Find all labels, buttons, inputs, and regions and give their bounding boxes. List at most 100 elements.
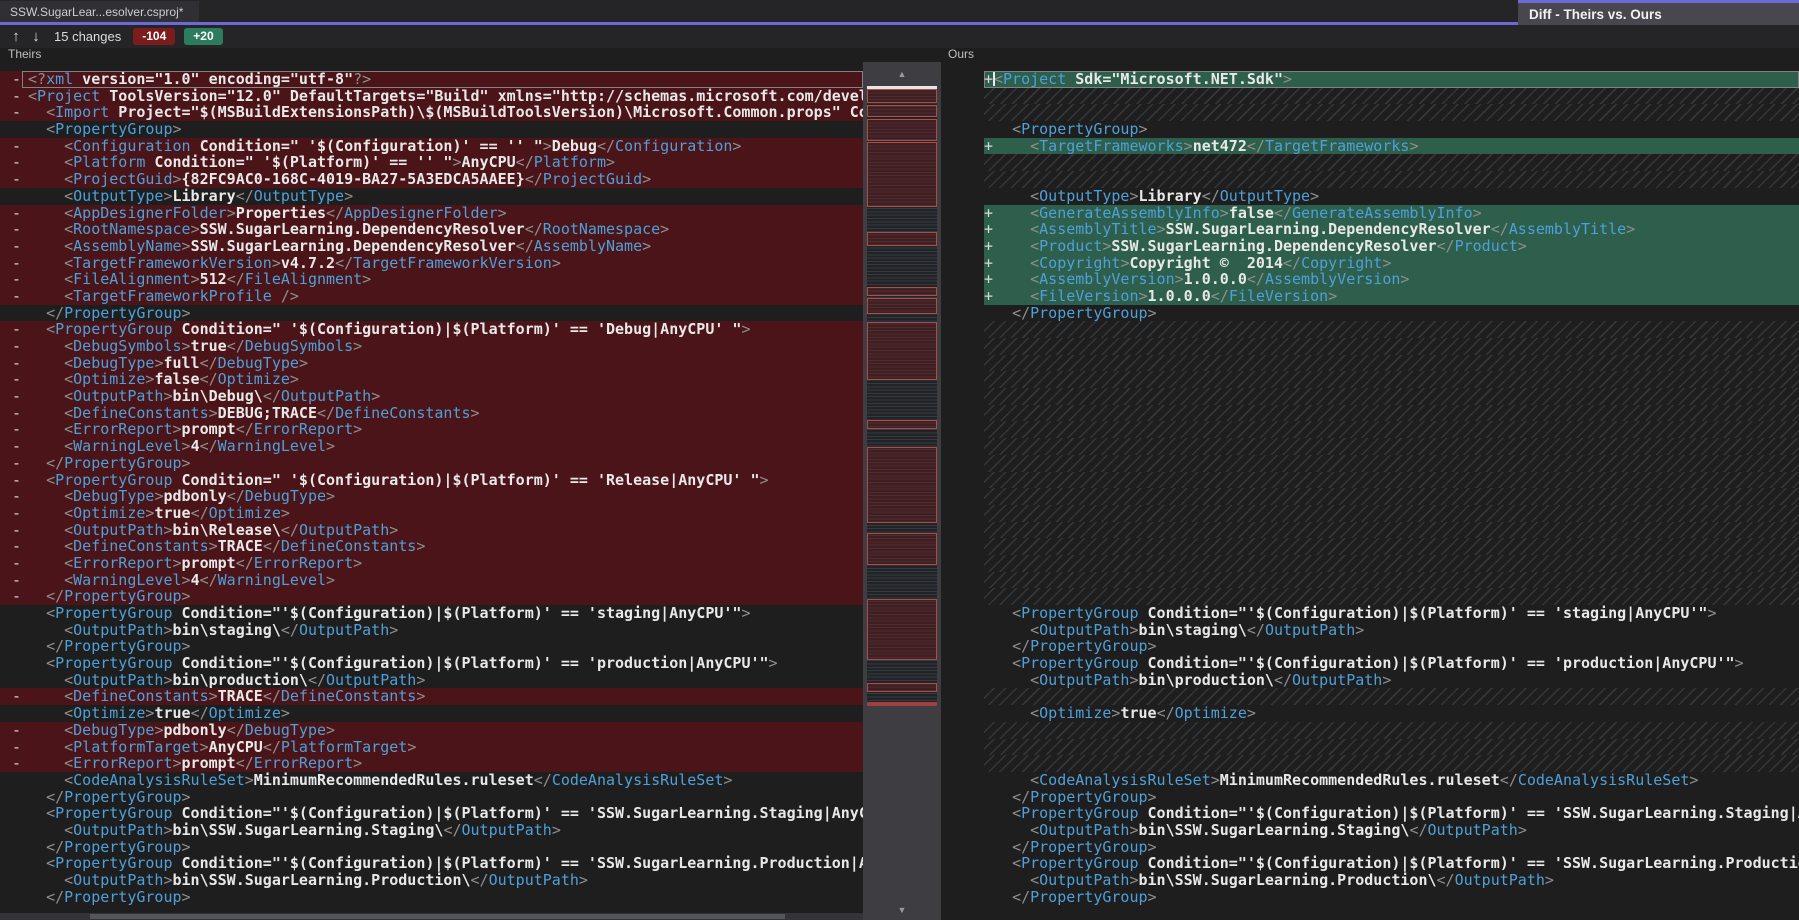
ours-code-line[interactable]: + <FileVersion>1.0.0.0</FileVersion> xyxy=(984,288,1799,305)
theirs-code-line[interactable]: </PropertyGroup> xyxy=(0,789,863,806)
theirs-code-line[interactable]: <PropertyGroup> xyxy=(0,121,863,138)
ours-code-line[interactable]: + <AssemblyTitle>SSW.SugarLearning.Depen… xyxy=(984,221,1799,238)
theirs-code-line[interactable]: -<Project ToolsVersion="12.0" DefaultTar… xyxy=(0,88,863,105)
theirs-code-line[interactable]: <PropertyGroup Condition="'$(Configurati… xyxy=(0,805,863,822)
theirs-code-line[interactable]: - <Import Project="$(MSBuildExtensionsPa… xyxy=(0,104,863,121)
theirs-code-line[interactable]: - <FileAlignment>512</FileAlignment> xyxy=(0,271,863,288)
ours-code-line[interactable]: <OutputPath>bin\SSW.SugarLearning.Stagin… xyxy=(984,822,1799,839)
theirs-code-line[interactable]: <OutputPath>bin\SSW.SugarLearning.Stagin… xyxy=(0,822,863,839)
ours-code-line[interactable]: <OutputType>Library</OutputType> xyxy=(984,188,1799,205)
theirs-code-line[interactable]: - <DebugType>full</DebugType> xyxy=(0,355,863,372)
ours-code-line[interactable] xyxy=(984,154,1799,171)
ours-code-line[interactable] xyxy=(984,555,1799,572)
theirs-code-line[interactable]: - </PropertyGroup> xyxy=(0,455,863,472)
ours-code-line[interactable] xyxy=(984,505,1799,522)
minimap-change-marker[interactable] xyxy=(867,89,937,103)
theirs-code-line[interactable]: -<?xml version="1.0" encoding="utf-8"?> xyxy=(0,71,863,88)
theirs-pane[interactable]: -<?xml version="1.0" encoding="utf-8"?>-… xyxy=(0,62,863,920)
theirs-code-line[interactable]: </PropertyGroup> xyxy=(0,889,863,906)
scroll-up-button[interactable]: ▲ xyxy=(863,69,941,79)
ours-code-line[interactable]: +<Project Sdk="Microsoft.NET.Sdk"> xyxy=(984,71,1799,88)
scrollbar-minimap[interactable]: ▲ ▼ xyxy=(863,62,941,920)
ours-code-line[interactable]: </PropertyGroup> xyxy=(984,638,1799,655)
ours-code-line[interactable] xyxy=(984,321,1799,338)
minimap-change-marker[interactable] xyxy=(867,533,937,565)
theirs-code-line[interactable]: - <WarningLevel>4</WarningLevel> xyxy=(0,572,863,589)
theirs-code-line[interactable]: - <ErrorReport>prompt</ErrorReport> xyxy=(0,755,863,772)
theirs-code-line[interactable]: - <ErrorReport>prompt</ErrorReport> xyxy=(0,555,863,572)
ours-code-line[interactable]: </PropertyGroup> xyxy=(984,839,1799,856)
theirs-code-line[interactable]: - </PropertyGroup> xyxy=(0,588,863,605)
ours-code-line[interactable] xyxy=(984,338,1799,355)
ours-code-line[interactable] xyxy=(984,588,1799,605)
ours-code-line[interactable]: <Optimize>true</Optimize> xyxy=(984,705,1799,722)
ours-code-line[interactable]: + <Copyright>Copyright © 2014</Copyright… xyxy=(984,255,1799,272)
ours-code-line[interactable]: <PropertyGroup> xyxy=(984,121,1799,138)
minimap-change-marker[interactable] xyxy=(867,232,937,246)
theirs-code-line[interactable]: <PropertyGroup Condition="'$(Configurati… xyxy=(0,655,863,672)
theirs-code-line[interactable]: - <Optimize>true</Optimize> xyxy=(0,505,863,522)
ours-code-line[interactable]: <OutputPath>bin\SSW.SugarLearning.Produc… xyxy=(984,872,1799,889)
ours-code-line[interactable]: </PropertyGroup> xyxy=(984,789,1799,806)
minimap-change-marker[interactable] xyxy=(867,683,937,692)
ours-code-line[interactable]: <PropertyGroup Condition="'$(Configurati… xyxy=(984,605,1799,622)
theirs-code-line[interactable]: - <TargetFrameworkVersion>v4.7.2</Target… xyxy=(0,255,863,272)
ours-code-line[interactable] xyxy=(984,755,1799,772)
ours-code-line[interactable] xyxy=(984,171,1799,188)
theirs-code-line[interactable]: <Optimize>true</Optimize> xyxy=(0,705,863,722)
theirs-code-line[interactable]: - <Platform Condition=" '$(Platform)' ==… xyxy=(0,154,863,171)
ours-code-line[interactable] xyxy=(984,538,1799,555)
ours-code-line[interactable] xyxy=(984,455,1799,472)
ours-code-line[interactable] xyxy=(984,688,1799,705)
ours-code-line[interactable] xyxy=(984,405,1799,422)
document-tab[interactable]: SSW.SugarLear...esolver.csproj* xyxy=(0,1,199,22)
ours-code-line[interactable]: + <Product>SSW.SugarLearning.DependencyR… xyxy=(984,238,1799,255)
theirs-code-line[interactable]: <OutputPath>bin\production\</OutputPath> xyxy=(0,672,863,689)
ours-code-line[interactable]: <OutputPath>bin\staging\</OutputPath> xyxy=(984,622,1799,639)
horizontal-scrollbar-thumb[interactable] xyxy=(90,914,785,919)
minimap-change-marker[interactable] xyxy=(867,322,937,380)
ours-code-line[interactable]: <CodeAnalysisRuleSet>MinimumRecommendedR… xyxy=(984,772,1799,789)
theirs-code-line[interactable]: </PropertyGroup> xyxy=(0,839,863,856)
ours-code-line[interactable] xyxy=(984,572,1799,589)
ours-code-line[interactable]: + <TargetFrameworks>net472</TargetFramew… xyxy=(984,138,1799,155)
horizontal-scrollbar[interactable] xyxy=(0,913,863,920)
previous-change-button[interactable]: ↑ xyxy=(6,28,26,45)
ours-code-line[interactable] xyxy=(984,438,1799,455)
theirs-code-line[interactable]: <PropertyGroup Condition="'$(Configurati… xyxy=(0,605,863,622)
ours-code-line[interactable]: <OutputPath>bin\production\</OutputPath> xyxy=(984,672,1799,689)
theirs-code-line[interactable]: - <ErrorReport>prompt</ErrorReport> xyxy=(0,421,863,438)
theirs-code-line[interactable]: </PropertyGroup> xyxy=(0,305,863,322)
minimap-change-marker[interactable] xyxy=(867,119,937,141)
theirs-code-line[interactable]: - <DefineConstants>TRACE</DefineConstant… xyxy=(0,538,863,555)
ours-code-line[interactable] xyxy=(984,355,1799,372)
minimap-change-marker[interactable] xyxy=(867,142,937,207)
scroll-down-button[interactable]: ▼ xyxy=(863,905,941,915)
theirs-code-line[interactable]: - <OutputPath>bin\Debug\</OutputPath> xyxy=(0,388,863,405)
theirs-code-line[interactable]: - <PropertyGroup Condition=" '$(Configur… xyxy=(0,321,863,338)
ours-code-line[interactable] xyxy=(984,104,1799,121)
ours-code-line[interactable] xyxy=(984,522,1799,539)
minimap-change-marker[interactable] xyxy=(867,287,937,296)
theirs-code-line[interactable]: - <OutputPath>bin\Release\</OutputPath> xyxy=(0,522,863,539)
ours-code-line[interactable] xyxy=(984,421,1799,438)
ours-code-line[interactable] xyxy=(984,371,1799,388)
theirs-code-line[interactable]: - <DebugSymbols>true</DebugSymbols> xyxy=(0,338,863,355)
ours-code-line[interactable] xyxy=(984,739,1799,756)
theirs-code-line[interactable]: <OutputPath>bin\staging\</OutputPath> xyxy=(0,622,863,639)
ours-code-line[interactable]: <PropertyGroup Condition="'$(Configurati… xyxy=(984,655,1799,672)
theirs-code-line[interactable]: - <ProjectGuid>{82FC9AC0-168C-4019-BA27-… xyxy=(0,171,863,188)
theirs-code-line[interactable]: - <PropertyGroup Condition=" '$(Configur… xyxy=(0,472,863,489)
theirs-code-line[interactable]: - <Optimize>false</Optimize> xyxy=(0,371,863,388)
theirs-code-line[interactable]: - <DebugType>pdbonly</DebugType> xyxy=(0,722,863,739)
ours-code-line[interactable]: + <AssemblyVersion>1.0.0.0</AssemblyVers… xyxy=(984,271,1799,288)
minimap-change-marker[interactable] xyxy=(867,447,937,523)
theirs-code-line[interactable]: <OutputPath>bin\SSW.SugarLearning.Produc… xyxy=(0,872,863,889)
theirs-code-line[interactable]: - <DefineConstants>DEBUG;TRACE</DefineCo… xyxy=(0,405,863,422)
theirs-code-line[interactable]: - <DefineConstants>TRACE</DefineConstant… xyxy=(0,688,863,705)
theirs-code-line[interactable]: - <AssemblyName>SSW.SugarLearning.Depend… xyxy=(0,238,863,255)
theirs-code-line[interactable]: </PropertyGroup> xyxy=(0,638,863,655)
theirs-code-line[interactable]: <PropertyGroup Condition="'$(Configurati… xyxy=(0,855,863,872)
theirs-code-line[interactable]: <OutputType>Library</OutputType> xyxy=(0,188,863,205)
minimap-change-marker[interactable] xyxy=(867,599,937,660)
